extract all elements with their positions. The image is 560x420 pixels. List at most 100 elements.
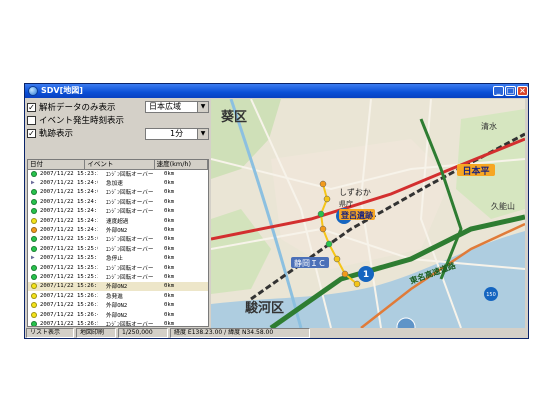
list-item[interactable]: 2007/11/22 15:24:10 ｴﾝｼﾞﾝ回転オーバー 0km <box>28 197 208 206</box>
event-time-checkbox[interactable]: イベント発生時刻表示 <box>27 114 124 126</box>
chevron-down-icon[interactable]: ▼ <box>197 102 208 112</box>
interval-select[interactable]: 1分 ▼ <box>145 128 209 140</box>
row-event: ｴﾝｼﾞﾝ回転オーバー <box>106 199 154 206</box>
track-point[interactable] <box>317 210 325 218</box>
list-item[interactable]: 2007/11/22 15:25:25 ｴﾝｼﾞﾝ回転オーバー 0km <box>28 272 208 281</box>
status-dot-icon <box>31 170 37 177</box>
shimizu-label: 清水 <box>481 121 497 131</box>
window-title: SDV[地図] <box>41 86 83 95</box>
track-point[interactable] <box>333 255 341 263</box>
ward-label: 葵区 <box>221 109 247 125</box>
row-date: 2007/11/22 15:24:20 <box>40 217 98 224</box>
coordinate-readout: 経度 E138.23.00 / 緯度 N34.58.00 <box>170 328 310 338</box>
track-checkbox[interactable]: ✓ 軌跡表示 <box>27 127 73 139</box>
close-button[interactable]: × <box>517 86 528 96</box>
track-point[interactable] <box>323 195 331 203</box>
row-event: ｴﾝｼﾞﾝ回転オーバー <box>106 190 154 197</box>
list-item[interactable]: ▶ 2007/11/22 15:24:02 急加速 0km <box>28 178 208 188</box>
track-point[interactable] <box>353 280 361 288</box>
event-list[interactable]: 日付 イベント 速度(km/h) 2007/11/22 15:23:37 ｴﾝｼﾞ… <box>27 159 209 327</box>
row-speed: 0km <box>164 311 175 318</box>
row-speed: 0km <box>164 255 175 262</box>
row-speed: 0km <box>164 292 175 299</box>
toro-ruins-label: 登呂遺跡 <box>340 210 373 220</box>
status-dot-icon <box>31 302 37 309</box>
list-item[interactable]: 2007/11/22 15:26:35 外部ON2 0km <box>28 300 208 309</box>
kunozan-label: 久能山 <box>491 201 515 211</box>
kencho-label: 県庁 <box>339 199 353 208</box>
row-event: ｴﾝｼﾞﾝ回転オーバー <box>106 246 154 253</box>
list-item[interactable]: 2007/11/22 15:23:37 ｴﾝｼﾞﾝ回転オーバー 0km <box>28 169 208 178</box>
list-item[interactable]: 2007/11/22 15:24:20 速度超過 0km <box>28 216 208 225</box>
row-date: 2007/11/22 15:26:43 <box>40 311 98 318</box>
row-speed: 0km <box>164 236 175 243</box>
row-date: 2007/11/22 15:25:13 <box>40 255 98 262</box>
checkbox-unchecked-icon[interactable] <box>27 115 36 125</box>
row-speed: 0km <box>164 189 175 196</box>
list-item[interactable]: 2007/11/22 15:24:14 ｴﾝｼﾞﾝ回転オーバー 0km <box>28 207 208 216</box>
list-item[interactable]: 2007/11/22 15:25:08 ｴﾝｼﾞﾝ回転オーバー 0km <box>28 244 208 253</box>
row-speed: 0km <box>164 273 175 280</box>
checkbox-checked-icon[interactable]: ✓ <box>27 102 36 112</box>
status-dot-icon <box>31 245 37 252</box>
row-speed: 0km <box>164 180 175 187</box>
row-event: ｴﾝｼﾞﾝ回転オーバー <box>106 321 154 327</box>
interval-value: 1分 <box>170 129 184 138</box>
app-globe-icon <box>28 86 38 96</box>
row-speed: 0km <box>164 245 175 252</box>
track-point[interactable] <box>341 270 349 278</box>
status-bar: リスト表示 地図印刷 1/250,000 経度 E138.23.00 / 緯度 … <box>26 328 527 338</box>
row-event: ｴﾝｼﾞﾝ回転オーバー <box>106 237 154 244</box>
list-item[interactable]: 2007/11/22 15:25:00 ｴﾝｼﾞﾝ回転オーバー 0km <box>28 235 208 244</box>
left-panel: ✓ 解析データのみ表示 日本広域 ▼ イベント発生時刻表示 ✓ 軌跡表示 1分 … <box>27 99 209 328</box>
track-point[interactable] <box>325 240 333 248</box>
status-dot-icon <box>31 236 37 243</box>
interchange-label: 静岡ＩＣ <box>294 258 326 268</box>
row-speed: 0km <box>164 198 175 205</box>
row-date: 2007/11/22 15:24:02 <box>40 180 98 187</box>
row-date: 2007/11/22 15:24:10 <box>40 198 98 205</box>
row-speed: 0km <box>164 227 175 234</box>
list-item[interactable]: 2007/11/22 15:25:20 ｴﾝｼﾞﾝ回転オーバー 0km <box>28 263 208 272</box>
row-date: 2007/11/22 15:25:25 <box>40 273 98 280</box>
analysis-only-checkbox[interactable]: ✓ 解析データのみ表示 <box>27 101 116 113</box>
row-speed: 0km <box>164 320 175 327</box>
row-event: ｴﾝｼﾞﾝ回転オーバー <box>106 171 154 178</box>
row-event: 急停止 <box>106 256 123 263</box>
track-point[interactable] <box>319 180 327 188</box>
minimize-button[interactable]: _ <box>493 86 504 96</box>
status-dot-icon <box>31 208 37 215</box>
title-bar[interactable]: SDV[地図] _ □ × <box>25 84 528 98</box>
chevron-down-icon[interactable]: ▼ <box>197 129 208 139</box>
row-speed: 0km <box>164 217 175 224</box>
map-canvas[interactable]: 1 1 150 葵区 駿河区 しずおか 県庁 登呂遺跡 静岡ＩＣ 日本平 東名高… <box>211 99 525 328</box>
row-date: 2007/11/22 15:23:37 <box>40 170 98 177</box>
column-header-event[interactable]: イベント <box>85 160 155 169</box>
row-event: 急加速 <box>106 181 123 188</box>
row-date: 2007/11/22 15:25:20 <box>40 264 98 271</box>
map-view[interactable]: 1 1 150 葵区 駿河区 しずおか 県庁 登呂遺跡 静岡ＩＣ 日本平 東名高… <box>211 99 525 328</box>
list-item[interactable]: ▶ 2007/11/22 15:25:13 急停止 0km <box>28 254 208 263</box>
list-item[interactable]: 2007/11/22 15:24:06 ｴﾝｼﾞﾝ回転オーバー 0km <box>28 188 208 197</box>
list-item[interactable]: 2007/11/22 15:24:26 外部ON2 0km <box>28 225 208 234</box>
list-item[interactable]: 2007/11/22 15:26:43 外部ON2 0km <box>28 310 208 319</box>
row-date: 2007/11/22 15:25:00 <box>40 236 98 243</box>
print-map-button[interactable]: 地図印刷 <box>76 328 116 338</box>
map-area-select[interactable]: 日本広域 ▼ <box>145 101 209 113</box>
status-dot-icon <box>31 198 37 205</box>
column-header-speed[interactable]: 速度(km/h) <box>155 160 208 169</box>
track-point[interactable] <box>319 225 327 233</box>
list-item[interactable]: 2007/11/22 15:26:51 ｴﾝｼﾞﾝ回転オーバー 0km <box>28 319 208 327</box>
checkbox-checked-icon[interactable]: ✓ <box>27 128 36 138</box>
row-date: 2007/11/22 15:25:08 <box>40 245 98 252</box>
row-date: 2007/11/22 15:24:06 <box>40 189 98 196</box>
list-item[interactable]: 2007/11/22 15:26:20 急発進 0km <box>28 291 208 300</box>
track-label: 軌跡表示 <box>39 129 74 139</box>
list-item[interactable]: 2007/11/22 15:26:14 外部ON2 0km <box>28 281 208 292</box>
list-view-button[interactable]: リスト表示 <box>26 328 74 338</box>
row-event: 急発進 <box>106 293 123 300</box>
status-dot-icon <box>31 227 37 234</box>
column-header-date[interactable]: 日付 <box>28 160 86 169</box>
maximize-button[interactable]: □ <box>505 86 516 96</box>
svg-text:1: 1 <box>363 270 369 280</box>
